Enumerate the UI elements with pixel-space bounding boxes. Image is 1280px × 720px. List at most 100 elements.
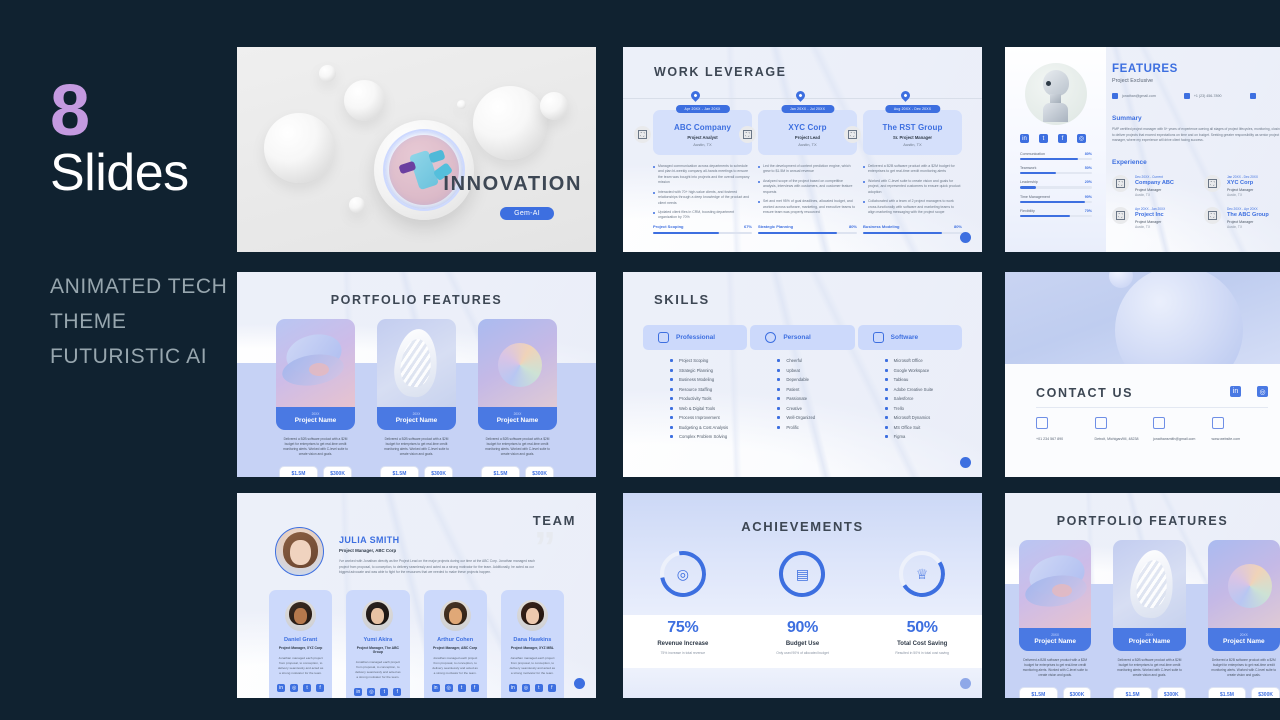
project-stat: $300K Cost Saving xyxy=(1062,686,1092,698)
portfolio-card[interactable]: 20XX Project Name Delivered a B2B softwa… xyxy=(377,319,456,477)
innovation-title: INNOVATION xyxy=(443,173,582,195)
project-name: Project Name xyxy=(1128,638,1171,645)
twitter-icon[interactable]: t xyxy=(380,688,389,697)
decorative-sphere xyxy=(319,65,336,82)
project-stat: $1.5M Revenue Generated xyxy=(1207,686,1247,698)
job-location: Austin, TX xyxy=(903,142,922,147)
instagram-icon[interactable]: ◎ xyxy=(521,684,530,693)
company-name: The RST Group xyxy=(882,123,943,132)
project-year: 20XX xyxy=(1145,633,1154,637)
project-stat: $1.5M Revenue Generated xyxy=(480,465,521,477)
instagram-icon[interactable]: ◎ xyxy=(1257,386,1268,397)
linkedin-icon[interactable]: in xyxy=(354,688,363,697)
twitter-icon[interactable]: t xyxy=(1039,134,1048,143)
linkedin-icon[interactable]: in xyxy=(431,684,440,693)
list-item: Dependable xyxy=(777,377,854,382)
project-name: Project Name xyxy=(1034,638,1076,645)
member-name: Daniel Grant xyxy=(283,637,318,643)
linkedin-icon[interactable]: in xyxy=(508,684,517,693)
facebook-icon[interactable]: f xyxy=(1058,134,1067,143)
portfolio-card[interactable]: 20XX Project Name Delivered a B2B softwa… xyxy=(276,319,355,477)
project-desc: Delivered a B2B software product with a … xyxy=(1117,658,1182,678)
experience-location: Austin, TX xyxy=(1227,193,1243,197)
instagram-icon[interactable]: ◎ xyxy=(367,688,376,697)
team-member-card[interactable]: Dana Hawkins Project Manager, XYZ MBL Jo… xyxy=(500,590,564,698)
project-name: Project Name xyxy=(395,417,438,424)
avatar xyxy=(285,600,317,631)
facebook-icon[interactable]: f xyxy=(316,684,325,693)
experience-location: Austin, TX xyxy=(1135,193,1151,197)
timeline-pin-icon xyxy=(794,89,807,102)
avatar xyxy=(1025,63,1087,125)
slide-thumbnail-work-leverage[interactable]: WORK LEVERAGE Apr 20XX - Jan 20XX ⛶ ABC … xyxy=(623,47,982,252)
skill-label: Flexibility xyxy=(1020,208,1035,213)
slide-indicator-dot xyxy=(574,678,585,689)
instagram-icon[interactable]: ◎ xyxy=(290,684,299,693)
portfolio-card[interactable]: 20XX Project Name Delivered a B2B softwa… xyxy=(1113,540,1186,698)
globe-item xyxy=(1249,93,1256,99)
member-name: Dana Hawkins xyxy=(513,637,552,643)
timeline-pin-icon xyxy=(689,89,702,102)
avatar xyxy=(439,600,471,631)
slide-thumbnail-portfolio-features[interactable]: PORTFOLIO FEATURES 20XX Project Name Del… xyxy=(237,272,596,477)
linkedin-icon[interactable]: in xyxy=(277,684,286,693)
avatar xyxy=(275,527,324,576)
social-links: in ◎ xyxy=(1230,386,1268,397)
skills-tabs: Professional Personal Software xyxy=(643,325,962,350)
stat-value: $1.5M xyxy=(493,470,508,477)
project-stat: $1.5M Revenue Generated xyxy=(1113,686,1152,698)
facebook-icon[interactable]: f xyxy=(470,684,479,693)
slide-thumbnail-contact-us[interactable]: CONTACT US in ◎ +01 234 567 890 Detroit,… xyxy=(1005,272,1280,477)
linkedin-icon[interactable]: in xyxy=(1230,386,1241,397)
stat-value: $1.5M xyxy=(1125,691,1140,698)
member-desc: Jonathan managed each project from propo… xyxy=(432,656,478,676)
portfolio-card[interactable]: 20XX Project Name Delivered a B2B softwa… xyxy=(478,319,557,477)
project-image xyxy=(1207,540,1280,628)
gem-ai-badge[interactable]: Gem-AI xyxy=(500,207,554,220)
skill-bars: Communication 80% Teamwork 50% Leadership 2… xyxy=(1020,152,1092,223)
achievement-percent: 50% xyxy=(906,619,938,636)
experience-company: XYC Corp xyxy=(1227,180,1254,186)
slide-thumbnail-team[interactable]: TEAM ” JULIA SMITH Project Manager, ABC … xyxy=(237,493,596,698)
instagram-icon[interactable]: ◎ xyxy=(444,684,453,693)
slide-thumbnail-innovation[interactable]: INNOVATION Gem-AI xyxy=(237,47,596,252)
list-item: Creative xyxy=(777,406,854,411)
contact-item-email: jonathansmith@gmail.com xyxy=(1153,417,1212,441)
date-badge: Aug 20XX - Dec 20XX xyxy=(884,105,941,113)
linkedin-icon[interactable]: in xyxy=(1020,134,1029,143)
slide-thumbnail-portfolio-features-2[interactable]: PORTFOLIO FEATURES 20XX Project Name Del… xyxy=(1005,493,1280,698)
bullet-text: Worked with C-level suite to create visi… xyxy=(868,178,961,194)
slide-thumbnail-features[interactable]: in t f ◎ Communication 80% Teamwork 50% Le… xyxy=(1005,47,1280,252)
project-year: 20XX xyxy=(1239,633,1248,637)
facebook-icon[interactable]: f xyxy=(547,684,556,693)
skill-value: 70% xyxy=(1084,208,1092,213)
tab-professional[interactable]: Professional xyxy=(643,325,748,350)
instagram-icon[interactable]: ◎ xyxy=(1077,134,1086,143)
timeline-pin-icon xyxy=(899,89,912,102)
skill-row: Leadership 20% xyxy=(1020,180,1092,189)
twitter-icon[interactable]: t xyxy=(303,684,312,693)
twitter-icon[interactable]: t xyxy=(534,684,543,693)
achievement-sub: 75% increase in total revenue xyxy=(660,651,706,655)
skill-value: 80% xyxy=(848,223,857,229)
slide-thumbnail-skills[interactable]: SKILLS Professional Personal Software Pr… xyxy=(623,272,982,477)
team-member-card[interactable]: Daniel Grant Project Manager, XYZ Corp J… xyxy=(269,590,333,698)
achievement-sub: Only used 90% of allocated budget xyxy=(776,651,829,655)
slide-thumbnail-achievements[interactable]: ACHIEVEMENTS ◎ ▤ ♕ 75% Revenue Increase … xyxy=(623,493,982,698)
bullet-list: Led the development of content predictio… xyxy=(758,164,857,215)
twitter-icon[interactable]: t xyxy=(457,684,466,693)
list-item: Process Improvement xyxy=(670,415,747,420)
facebook-icon[interactable]: f xyxy=(393,688,402,697)
skill-value: 80% xyxy=(953,223,962,229)
decorative-sphere xyxy=(457,100,466,109)
portfolio-card[interactable]: 20XX Project Name Delivered a B2B softwa… xyxy=(1019,540,1092,698)
list-item: Complex Problem Solving xyxy=(670,434,747,439)
mail-icon xyxy=(1112,93,1118,99)
portfolio-card[interactable]: 20XX Project Name Delivered a B2B softwa… xyxy=(1207,540,1280,698)
team-member-card[interactable]: Arthur Cohen Project Manager, ABC Corp J… xyxy=(423,590,487,698)
team-member-card[interactable]: Yumi Akira Project Manager, The ABC Grou… xyxy=(346,590,410,698)
tab-software[interactable]: Software xyxy=(857,325,962,350)
tab-personal[interactable]: Personal xyxy=(750,325,855,350)
portfolio-title: PORTFOLIO FEATURES xyxy=(330,293,503,307)
project-desc: Delivered a B2B software product with a … xyxy=(1211,658,1277,678)
